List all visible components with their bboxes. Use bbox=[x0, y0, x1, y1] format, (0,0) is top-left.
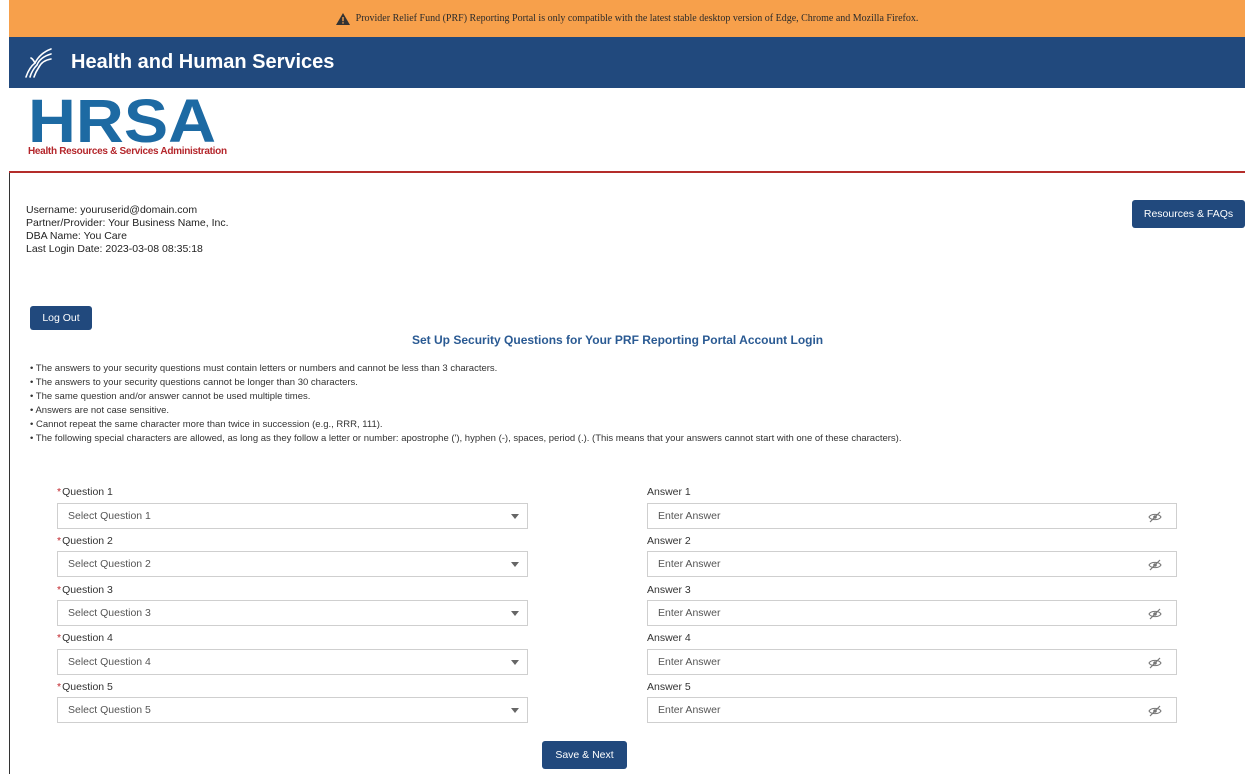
chevron-down-icon bbox=[511, 708, 519, 713]
question-2-label: *Question 2 bbox=[57, 535, 113, 547]
answer-4-label: Answer 4 bbox=[647, 632, 691, 644]
eye-off-icon[interactable] bbox=[1148, 559, 1162, 571]
answer-5-input[interactable]: Enter Answer bbox=[647, 697, 1177, 723]
hrsa-subtitle: Health Resources & Services Administrati… bbox=[28, 146, 227, 157]
rule-item: The following special characters are all… bbox=[30, 432, 902, 446]
rule-item: Answers are not case sensitive. bbox=[30, 404, 901, 418]
hrsa-logo-mark: HRSA bbox=[30, 96, 216, 146]
rule-item: Cannot repeat the same character more th… bbox=[30, 418, 901, 432]
question-2-placeholder: Select Question 2 bbox=[68, 558, 151, 570]
eye-off-icon[interactable] bbox=[1148, 705, 1162, 717]
question-3-label: *Question 3 bbox=[57, 584, 113, 596]
question-5-placeholder: Select Question 5 bbox=[68, 704, 151, 716]
chevron-down-icon bbox=[511, 611, 519, 616]
hhs-title: Health and Human Services bbox=[71, 51, 335, 73]
partner-provider-text: Partner/Provider: Your Business Name, In… bbox=[26, 217, 229, 229]
warning-triangle-icon bbox=[335, 12, 350, 25]
rule-item: The answers to your security questions c… bbox=[30, 376, 901, 390]
security-rules-list: The answers to your security questions m… bbox=[30, 362, 901, 446]
question-1-label: *Question 1 bbox=[57, 486, 113, 498]
banner-text: Provider Relief Fund (PRF) Reporting Por… bbox=[355, 13, 919, 24]
answer-2-input[interactable]: Enter Answer bbox=[647, 551, 1177, 577]
question-2-select[interactable]: Select Question 2 bbox=[57, 551, 528, 577]
answer-1-placeholder: Enter Answer bbox=[658, 510, 721, 522]
answer-4-input[interactable]: Enter Answer bbox=[647, 649, 1177, 675]
rule-item: The same question and/or answer cannot b… bbox=[30, 390, 901, 404]
resources-faqs-button[interactable]: Resources & FAQs bbox=[1132, 200, 1245, 228]
rule-item: The answers to your security questions m… bbox=[30, 362, 901, 376]
eye-off-icon[interactable] bbox=[1148, 657, 1162, 669]
chevron-down-icon bbox=[511, 514, 519, 519]
header-divider bbox=[9, 171, 1245, 173]
answer-1-label: Answer 1 bbox=[647, 486, 691, 498]
answer-3-label: Answer 3 bbox=[647, 584, 691, 596]
required-marker: * bbox=[57, 681, 62, 693]
question-5-label: *Question 5 bbox=[57, 681, 113, 693]
answer-4-placeholder: Enter Answer bbox=[658, 656, 721, 668]
answer-1-input[interactable]: Enter Answer bbox=[647, 503, 1177, 529]
hhs-header-bar: Health and Human Services bbox=[9, 37, 1245, 88]
hrsa-logo: HRSA Health Resources & Services Adminis… bbox=[28, 96, 227, 166]
answer-5-label: Answer 5 bbox=[647, 681, 691, 693]
username-text: Username: youruserid@domain.com bbox=[26, 204, 198, 216]
question-4-select[interactable]: Select Question 4 bbox=[57, 649, 528, 675]
required-marker: * bbox=[57, 535, 62, 547]
question-4-label: *Question 4 bbox=[57, 632, 113, 644]
eye-off-icon[interactable] bbox=[1148, 511, 1162, 523]
required-marker: * bbox=[57, 486, 62, 498]
answer-5-placeholder: Enter Answer bbox=[658, 704, 721, 716]
required-marker: * bbox=[57, 584, 62, 596]
question-4-placeholder: Select Question 4 bbox=[68, 656, 151, 668]
save-next-button[interactable]: Save & Next bbox=[542, 741, 627, 769]
required-marker: * bbox=[57, 632, 62, 644]
svg-text:HRSA: HRSA bbox=[30, 96, 216, 146]
last-login-text: Last Login Date: 2023-03-08 08:35:18 bbox=[26, 243, 203, 255]
browser-compatibility-banner: Provider Relief Fund (PRF) Reporting Por… bbox=[9, 0, 1245, 37]
question-1-placeholder: Select Question 1 bbox=[68, 510, 151, 522]
hhs-eagle-icon bbox=[25, 47, 52, 78]
logout-button[interactable]: Log Out bbox=[30, 306, 92, 330]
content-left-border bbox=[9, 173, 10, 774]
answer-3-input[interactable]: Enter Answer bbox=[647, 600, 1177, 626]
page-title: Set Up Security Questions for Your PRF R… bbox=[412, 333, 824, 347]
answer-3-placeholder: Enter Answer bbox=[658, 607, 721, 619]
question-5-select[interactable]: Select Question 5 bbox=[57, 697, 528, 723]
dba-name-text: DBA Name: You Care bbox=[26, 230, 127, 242]
chevron-down-icon bbox=[511, 562, 519, 567]
question-3-select[interactable]: Select Question 3 bbox=[57, 600, 528, 626]
answer-2-label: Answer 2 bbox=[647, 535, 691, 547]
chevron-down-icon bbox=[511, 660, 519, 665]
answer-2-placeholder: Enter Answer bbox=[658, 558, 721, 570]
question-1-select[interactable]: Select Question 1 bbox=[57, 503, 528, 529]
user-info: Username: youruserid@domain.com Partner/… bbox=[26, 204, 229, 256]
eye-off-icon[interactable] bbox=[1148, 608, 1162, 620]
question-3-placeholder: Select Question 3 bbox=[68, 607, 151, 619]
